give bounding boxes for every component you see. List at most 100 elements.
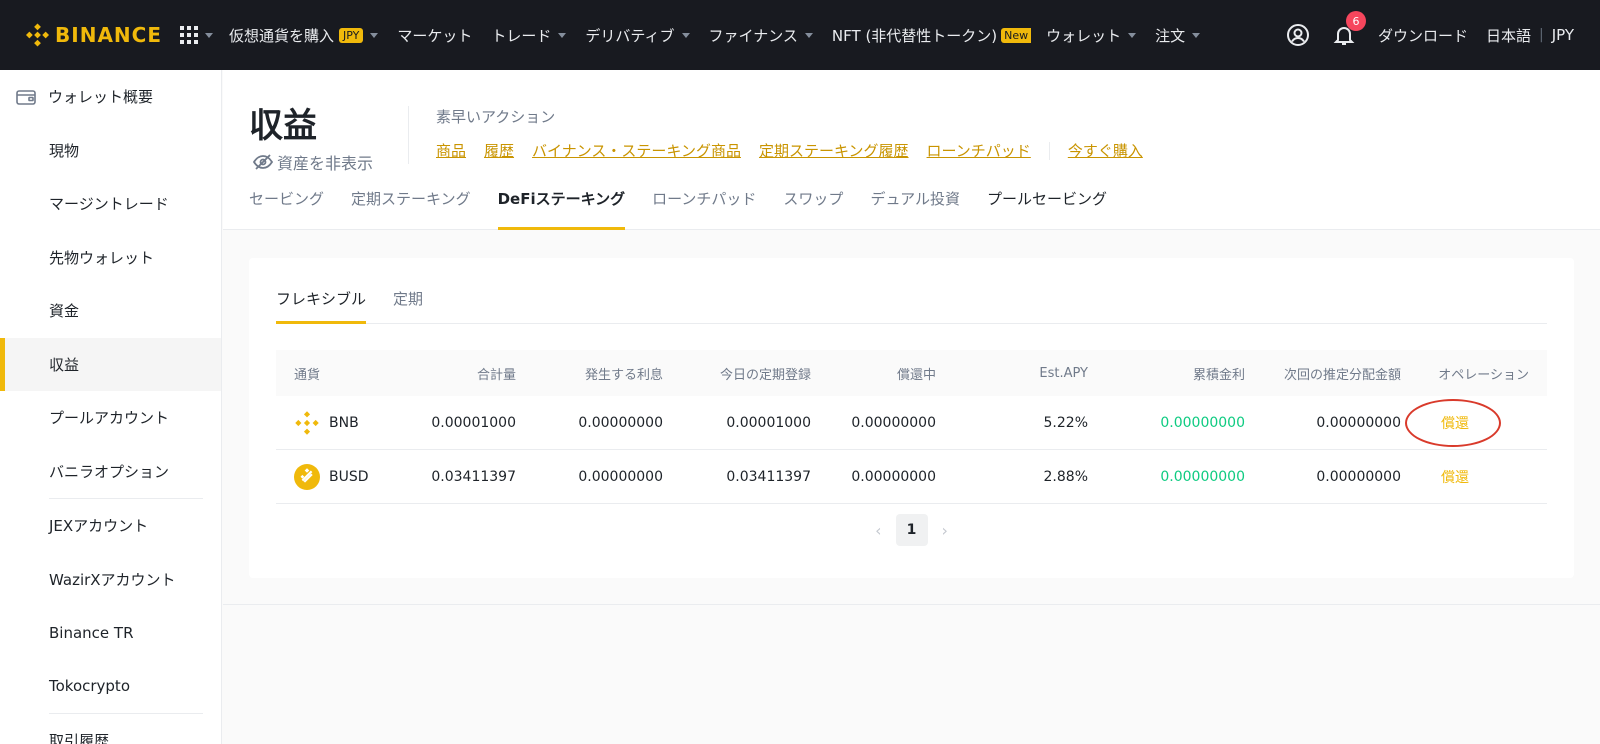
cell-redeeming: 0.00000000 [851,468,936,485]
sidebar-item-pool[interactable]: プールアカウント [0,391,221,445]
tab-flexible[interactable]: フレキシブル [276,282,367,324]
sidebar-item-label: ウォレット概要 [48,88,154,107]
sidebar-item-spot[interactable]: 現物 [0,124,221,178]
quick-link-products[interactable]: 商品 [436,140,466,161]
table-row: BNB 0.00001000 0.00000000 0.00001000 0.0… [276,396,1547,450]
sidebar-item-label: 資金 [49,302,80,321]
cell-next-distribution: 0.00000000 [1316,468,1401,485]
nav-orders[interactable]: 注文 [1155,25,1201,46]
quick-link-history[interactable]: 履歴 [484,140,514,161]
quick-link-locked-staking-history[interactable]: 定期ステーキング履歴 [759,140,909,161]
currency-selector[interactable]: JPY [1552,26,1574,44]
redeem-button[interactable]: 償還 [1441,467,1469,487]
col-header-redeeming: 償還中 [896,367,936,383]
defi-staking-card: フレキシブル 定期 通貨 合計量 発生する利息 今日の定期登録 償還中 Est.… [249,258,1574,578]
quick-links-separator [1048,141,1050,160]
cell-interest: 0.00000000 [578,468,663,485]
binance-diamond-icon [26,23,50,47]
col-header-today-sub: 今日の定期登録 [719,367,811,383]
sidebar-item-earn[interactable]: 収益 [0,337,221,391]
buy-now-link[interactable]: 今すぐ購入 [1068,140,1143,161]
chevron-down-icon [558,32,567,38]
nav-buy-crypto[interactable]: 仮想通貨を購入 JPY [229,25,379,46]
sidebar-item-label: JEXアカウント [49,517,149,536]
sidebar-item-funding[interactable]: 資金 [0,284,221,338]
redeem-label: 償還 [1441,415,1469,432]
sidebar-item-futures[interactable]: 先物ウォレット [0,231,221,285]
hide-assets-toggle[interactable]: 資産を非表示 [253,150,373,174]
earn-tabs: セービング 定期ステーキング DeFiステーキング ローンチパッド スワップ デ… [249,184,1134,230]
tab-savings[interactable]: セービング [249,184,324,230]
cell-redeeming: 0.00000000 [851,414,936,431]
tab-pool-savings[interactable]: プールセービング [987,184,1107,230]
col-header-cumulative: 累積金利 [1192,367,1245,383]
term-tabs: フレキシブル 定期 [276,282,1547,324]
sidebar-item-label: Tokocrypto [49,677,130,696]
nav-separator: | [1538,27,1544,43]
chevron-left-icon[interactable]: ‹ [875,521,881,540]
binance-logo[interactable]: BINANCE [26,23,162,47]
pagination: ‹ 1 › [249,514,1574,546]
col-header-apy: Est.APY [1039,365,1088,381]
page-header: 収益 資産を非表示 素早いアクション 商品 履歴 バイナンス・ステーキング商品 … [223,70,1600,230]
notifications-button[interactable]: 6 [1332,11,1366,47]
tab-defi-staking[interactable]: DeFiステーキング [497,184,625,230]
redeem-button[interactable]: 償還 [1405,398,1501,447]
col-header-coin: 通貨 [294,367,321,383]
chevron-right-icon[interactable]: › [942,521,948,540]
sidebar-item-tokocrypto[interactable]: Tokocrypto [0,660,221,714]
page-title: 収益 [249,106,317,146]
sidebar-item-wallet-overview[interactable]: ウォレット概要 [0,70,221,124]
tab-locked-staking[interactable]: 定期ステーキング [351,184,471,230]
sidebar-item-wazirx[interactable]: WazirXアカウント [0,553,221,607]
sidebar-item-label: 先物ウォレット [49,248,155,267]
sidebar-item-binance-tr[interactable]: Binance TR [0,606,221,660]
chevron-down-icon [1128,32,1137,38]
language-selector[interactable]: 日本語 [1486,25,1531,46]
cell-apy: 2.88% [1043,468,1088,485]
sidebar-item-label: 取引履歴 [49,732,110,744]
cell-cumulative: 0.00000000 [1160,468,1245,485]
tab-launchpad[interactable]: ローンチパッド [652,184,756,230]
new-badge: New [1001,27,1032,43]
download-link[interactable]: ダウンロード [1378,25,1468,46]
nav-label: トレード [491,26,552,45]
nav-label: NFT (非代替性トークン) [831,26,998,45]
tab-swap[interactable]: スワップ [783,184,843,230]
chevron-down-icon [205,32,213,38]
quick-link-staking-products[interactable]: バイナンス・ステーキング商品 [532,140,741,161]
sidebar-item-transaction-history[interactable]: 取引履歴 [0,714,221,744]
nav-markets[interactable]: マーケット [397,25,472,46]
busd-coin-icon [294,463,320,490]
chevron-down-icon [804,32,813,38]
tab-dual-investment[interactable]: デュアル投資 [870,184,960,230]
cell-total: 0.03411397 [431,468,516,485]
cell-total: 0.00001000 [431,414,516,431]
cell-today-sub: 0.03411397 [726,468,811,485]
chevron-down-icon [681,32,690,38]
bnb-coin-icon [294,410,320,436]
nav-derivatives[interactable]: デリバティブ [585,25,690,46]
sidebar: ウォレット概要 現物 マージントレード 先物ウォレット 資金 収益 プールアカウ… [0,70,222,744]
table-row: BUSD 0.03411397 0.00000000 0.03411397 0.… [276,450,1547,504]
nav-wallet[interactable]: ウォレット [1046,25,1137,46]
top-navbar: BINANCE 仮想通貨を購入 JPY マーケット トレード デリバティブ ファ… [0,0,1600,70]
apps-menu-button[interactable] [180,26,213,44]
nav-finance[interactable]: ファイナンス [709,25,813,46]
sidebar-item-label: Binance TR [49,623,134,642]
hide-assets-label: 資産を非表示 [277,154,374,173]
tab-locked[interactable]: 定期 [393,282,423,323]
sidebar-item-vanilla-options[interactable]: バニラオプション [0,445,221,499]
quick-link-launchpad[interactable]: ローンチパッド [927,140,1031,161]
sidebar-item-margin[interactable]: マージントレード [0,177,221,231]
sidebar-item-label: WazirXアカウント [49,570,176,589]
cell-next-distribution: 0.00000000 [1316,414,1401,431]
sidebar-item-jex[interactable]: JEXアカウント [0,499,221,553]
table-header-row: 通貨 合計量 発生する利息 今日の定期登録 償還中 Est.APY 累積金利 次… [276,350,1547,396]
nav-nft[interactable]: NFT (非代替性トークン) New [831,25,1032,46]
page-number-current[interactable]: 1 [895,514,928,546]
user-profile-button[interactable] [1286,23,1310,47]
cell-today-sub: 0.00001000 [726,414,811,431]
grid-icon [180,26,198,44]
nav-trade[interactable]: トレード [491,25,567,46]
